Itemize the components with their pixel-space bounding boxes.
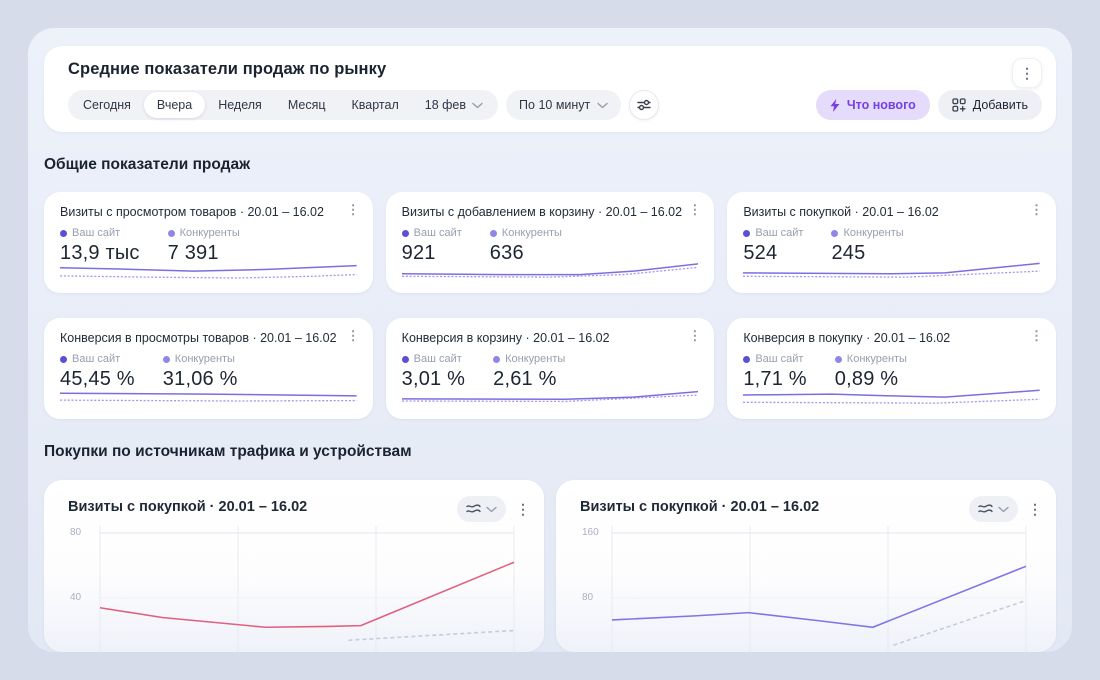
competitors-legend-label: Конкуренты	[505, 353, 566, 365]
dashboard-frame: Средние показатели продаж по рынку ⋮ Сег…	[28, 28, 1072, 652]
site-legend-label: Ваш сайт	[72, 353, 121, 365]
sliders-icon	[637, 99, 651, 111]
competitors-legend-dot	[162, 355, 170, 363]
page-title: Средние показатели продаж по рынку	[68, 60, 387, 78]
sparkline-chart	[402, 386, 699, 410]
chart-type-selector[interactable]	[969, 496, 1018, 522]
chart-cards-grid: Визиты с покупкой · 20.01 – 16.02 ⋮ 80 4…	[44, 480, 1056, 652]
metric-card-title: Конверсия в корзину · 20.01 – 16.02	[401, 331, 610, 345]
kebab-menu-icon[interactable]: ⋮	[1030, 329, 1043, 342]
site-legend-label: Ваш сайт	[755, 353, 804, 365]
site-legend-label: Ваш сайт	[413, 227, 462, 239]
kebab-menu-icon[interactable]: ⋮	[347, 329, 360, 342]
chart-card-devices: Визиты с покупкой · 20.01 – 16.02 ⋮ 160 …	[556, 480, 1056, 652]
tab-today[interactable]: Сегодня	[70, 92, 144, 118]
tab-yesterday[interactable]: Вчера	[143, 92, 206, 118]
metric-card-cart-adds: Визиты с добавлением в корзину · 20.01 –…	[385, 192, 715, 293]
site-legend-dot	[743, 229, 751, 237]
metric-card-title: Конверсия в просмотры товаров · 20.01 – …	[60, 331, 337, 345]
metric-card-view-conversion: Конверсия в просмотры товаров · 20.01 – …	[44, 318, 373, 419]
site-legend-dot	[401, 229, 409, 237]
filter-settings-button[interactable]	[629, 90, 660, 120]
y-axis-tick: 80	[70, 527, 82, 538]
stream-chart-icon	[466, 504, 481, 513]
site-legend-label: Ваш сайт	[413, 353, 462, 365]
chart-title: Визиты с покупкой · 20.01 – 16.02	[68, 499, 308, 515]
tab-date-picker[interactable]: 18 фев	[412, 92, 496, 118]
site-legend-dot	[401, 355, 409, 363]
add-widget-icon	[952, 98, 966, 112]
granularity-select[interactable]: По 10 минут	[506, 90, 622, 120]
competitors-legend-label: Конкуренты	[501, 227, 562, 239]
lightning-bolt-icon	[830, 98, 840, 112]
whats-new-button[interactable]: Что нового	[815, 90, 930, 120]
metric-card-title: Визиты с просмотром товаров · 20.01 – 16…	[60, 205, 324, 219]
add-label: Добавить	[972, 98, 1028, 112]
competitors-legend-label: Конкуренты	[179, 227, 240, 239]
section-title-purchases: Покупки по источникам трафика и устройст…	[44, 443, 412, 460]
dashboard-screen: Средние показатели продаж по рынку ⋮ Сег…	[0, 0, 1100, 680]
metric-card-purchase-conversion: Конверсия в покупку · 20.01 – 16.02 ⋮ Ва…	[727, 318, 1056, 419]
tab-month[interactable]: Месяц	[275, 92, 339, 118]
site-legend-dot	[60, 355, 67, 363]
period-tabbar: Сегодня Вчера Неделя Месяц Квартал 18 фе…	[68, 90, 499, 120]
chevron-down-icon	[597, 102, 609, 108]
competitors-legend-label: Конкуренты	[843, 227, 904, 239]
chart-type-selector[interactable]	[457, 496, 506, 522]
y-axis-tick: 160	[582, 527, 599, 538]
granularity-label: По 10 минут	[519, 98, 591, 112]
chart-card-traffic-sources: Визиты с покупкой · 20.01 – 16.02 ⋮ 80 4…	[44, 480, 544, 652]
chevron-down-icon	[486, 506, 497, 512]
competitors-legend-dot	[167, 229, 175, 237]
kebab-menu-icon[interactable]: ⋮	[347, 203, 360, 216]
chart-title: Визиты с покупкой · 20.01 – 16.02	[580, 499, 820, 515]
metric-card-title: Конверсия в покупку · 20.01 – 16.02	[743, 331, 951, 345]
chevron-down-icon	[998, 506, 1009, 512]
competitors-legend-label: Конкуренты	[174, 353, 235, 365]
competitors-legend-label: Конкуренты	[846, 353, 907, 365]
kebab-menu-icon[interactable]: ⋮	[516, 502, 530, 516]
sparkline-chart	[402, 260, 699, 284]
y-axis-tick: 80	[582, 592, 594, 603]
kebab-menu-icon[interactable]: ⋮	[1030, 203, 1043, 216]
sparkline-chart	[743, 386, 1040, 410]
sparkline-chart	[743, 260, 1040, 284]
chevron-down-icon	[472, 102, 483, 108]
add-widget-button[interactable]: Добавить	[937, 90, 1042, 120]
competitors-legend-dot	[834, 355, 842, 363]
stream-chart-icon	[978, 504, 993, 513]
tab-week[interactable]: Неделя	[205, 92, 275, 118]
site-legend-dot	[743, 355, 751, 363]
y-axis-tick: 40	[70, 592, 82, 603]
site-legend-label: Ваш сайт	[72, 227, 121, 239]
competitors-legend-dot	[493, 355, 501, 363]
header-card: Средние показатели продаж по рынку ⋮ Сег…	[44, 46, 1056, 132]
whats-new-label: Что нового	[846, 98, 916, 112]
competitors-legend-dot	[489, 229, 497, 237]
metric-card-product-views: Визиты с просмотром товаров · 20.01 – 16…	[44, 192, 373, 293]
period-controls: Сегодня Вчера Неделя Месяц Квартал 18 фе…	[68, 90, 660, 120]
header-more-button[interactable]: ⋮	[1012, 58, 1042, 88]
header-actions: Что нового Добавить	[815, 90, 1042, 120]
tab-quarter[interactable]: Квартал	[339, 92, 412, 118]
metric-card-title: Визиты с покупкой · 20.01 – 16.02	[743, 205, 939, 219]
metric-cards-grid: Визиты с просмотром товаров · 20.01 – 16…	[44, 192, 1056, 419]
date-label: 18 фев	[424, 98, 467, 112]
metric-card-cart-conversion: Конверсия в корзину · 20.01 – 16.02 ⋮ Ва…	[385, 318, 715, 419]
kebab-icon: ⋮	[1020, 65, 1034, 81]
section-title-overall: Общие показатели продаж	[44, 156, 251, 173]
competitors-legend-dot	[831, 229, 839, 237]
metric-card-title: Визиты с добавлением в корзину · 20.01 –…	[401, 205, 683, 219]
site-legend-label: Ваш сайт	[755, 227, 804, 239]
kebab-menu-icon[interactable]: ⋮	[688, 203, 701, 216]
sparkline-chart	[60, 386, 357, 410]
kebab-menu-icon[interactable]: ⋮	[1028, 502, 1042, 516]
kebab-menu-icon[interactable]: ⋮	[688, 329, 701, 342]
site-legend-dot	[60, 229, 67, 237]
metric-card-purchases: Визиты с покупкой · 20.01 – 16.02 ⋮ Ваш …	[727, 192, 1056, 293]
sparkline-chart	[60, 260, 357, 284]
